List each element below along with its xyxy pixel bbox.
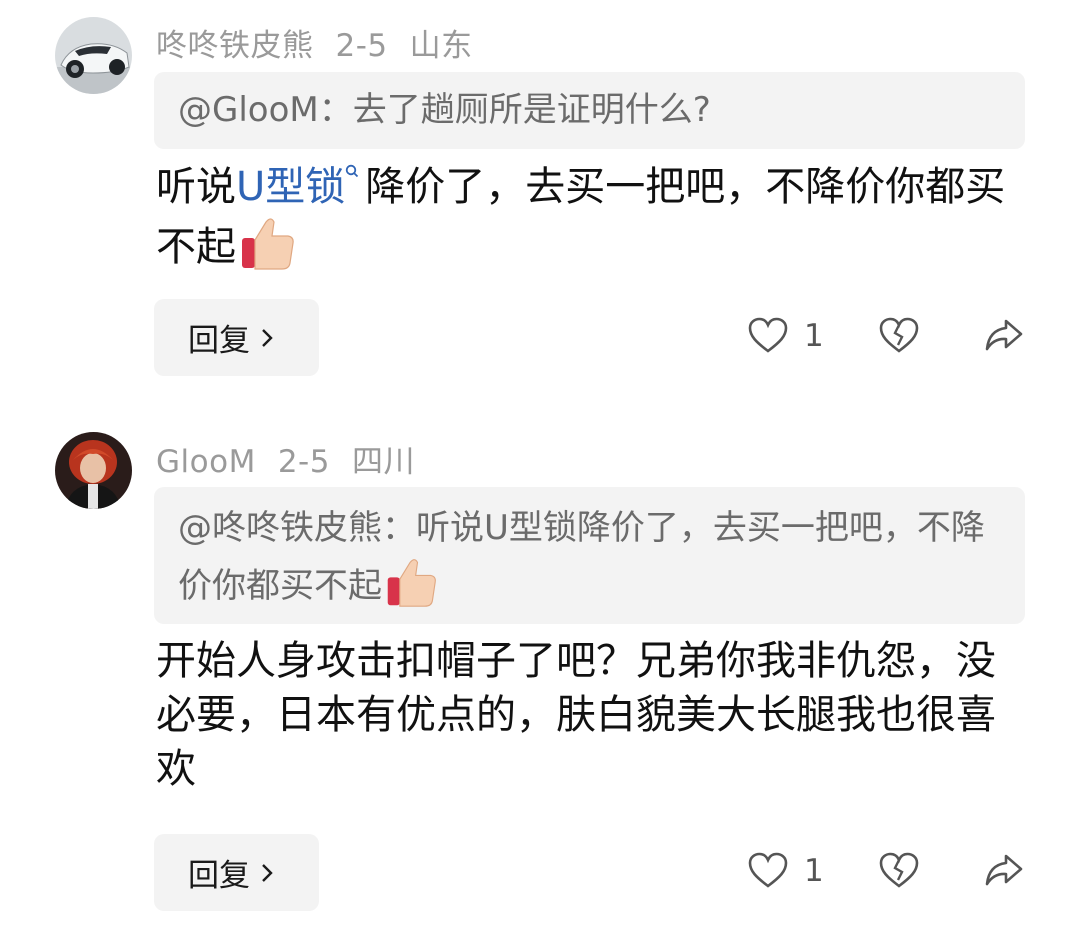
comment-text: 听说U型锁 降价了，去买一把吧，不降价你都买不起 bbox=[156, 160, 1026, 274]
quoted-comment[interactable]: @咚咚铁皮熊：听说U型锁降价了，去买一把吧，不降价你都买不起 bbox=[154, 487, 1025, 624]
comment-location: 山东 bbox=[409, 28, 473, 64]
comment-actions: 1 bbox=[0, 307, 1080, 367]
heart-outline-icon bbox=[748, 852, 788, 888]
share-button[interactable] bbox=[984, 315, 1024, 355]
like-count: 1 bbox=[804, 853, 824, 889]
username[interactable]: GlooM bbox=[156, 444, 256, 480]
comment-actions: 1 bbox=[0, 842, 1080, 902]
comment-item: GlooM 2-5 四川 @咚咚铁皮熊：听说U型锁降价了，去买一把吧，不降价你都买不… bbox=[0, 400, 1080, 934]
thumbs-up-emoji-icon bbox=[242, 218, 294, 270]
comment-text-part: 开始人身攻击扣帽子了吧？兄弟你我非仇怨，没必要，日本有优点的，肤白貌美大长腿我也… bbox=[156, 638, 996, 792]
keyword-link[interactable]: U型锁 bbox=[236, 164, 365, 210]
comment-date: 2-5 bbox=[277, 444, 330, 480]
quoted-comment[interactable]: @GlooM：去了趟厕所是证明什么? bbox=[154, 72, 1025, 149]
share-button[interactable] bbox=[984, 850, 1024, 890]
comment-text-part: 听说 bbox=[156, 164, 236, 210]
share-arrow-icon bbox=[985, 854, 1023, 886]
comment-meta: 咚咚铁皮熊 2-5 山东 bbox=[156, 20, 495, 65]
comment-item: 咚咚铁皮熊 2-5 山东 @GlooM：去了趟厕所是证明什么? 听说U型锁 降价了，去… bbox=[0, 0, 1080, 400]
like-count: 1 bbox=[804, 318, 824, 354]
avatar[interactable] bbox=[55, 17, 132, 94]
comment-text: 开始人身攻击扣帽子了吧？兄弟你我非仇怨，没必要，日本有优点的，肤白貌美大长腿我也… bbox=[156, 634, 1006, 796]
comment-location: 四川 bbox=[351, 444, 415, 480]
car-avatar-icon bbox=[55, 17, 132, 94]
like-button[interactable]: 1 bbox=[748, 317, 824, 355]
comment-meta: GlooM 2-5 四川 bbox=[156, 436, 437, 481]
keyword-link-label: U型锁 bbox=[236, 164, 346, 210]
dislike-button[interactable] bbox=[879, 852, 919, 890]
avatar[interactable] bbox=[55, 432, 132, 509]
heart-outline-icon bbox=[748, 317, 788, 353]
search-icon bbox=[346, 164, 359, 178]
quote-text: @咚咚铁皮熊：听说U型锁降价了，去买一把吧，不降价你都买不起 bbox=[178, 508, 985, 606]
quote-text: @GlooM：去了趟厕所是证明什么? bbox=[178, 90, 711, 130]
thumbs-up-emoji-icon bbox=[387, 559, 436, 607]
broken-heart-icon bbox=[879, 317, 919, 353]
like-button[interactable]: 1 bbox=[748, 852, 824, 890]
comment-date: 2-5 bbox=[335, 28, 388, 64]
dislike-button[interactable] bbox=[879, 317, 919, 355]
person-avatar-icon bbox=[55, 432, 132, 509]
username[interactable]: 咚咚铁皮熊 bbox=[156, 28, 314, 64]
share-arrow-icon bbox=[985, 319, 1023, 351]
broken-heart-icon bbox=[879, 852, 919, 888]
